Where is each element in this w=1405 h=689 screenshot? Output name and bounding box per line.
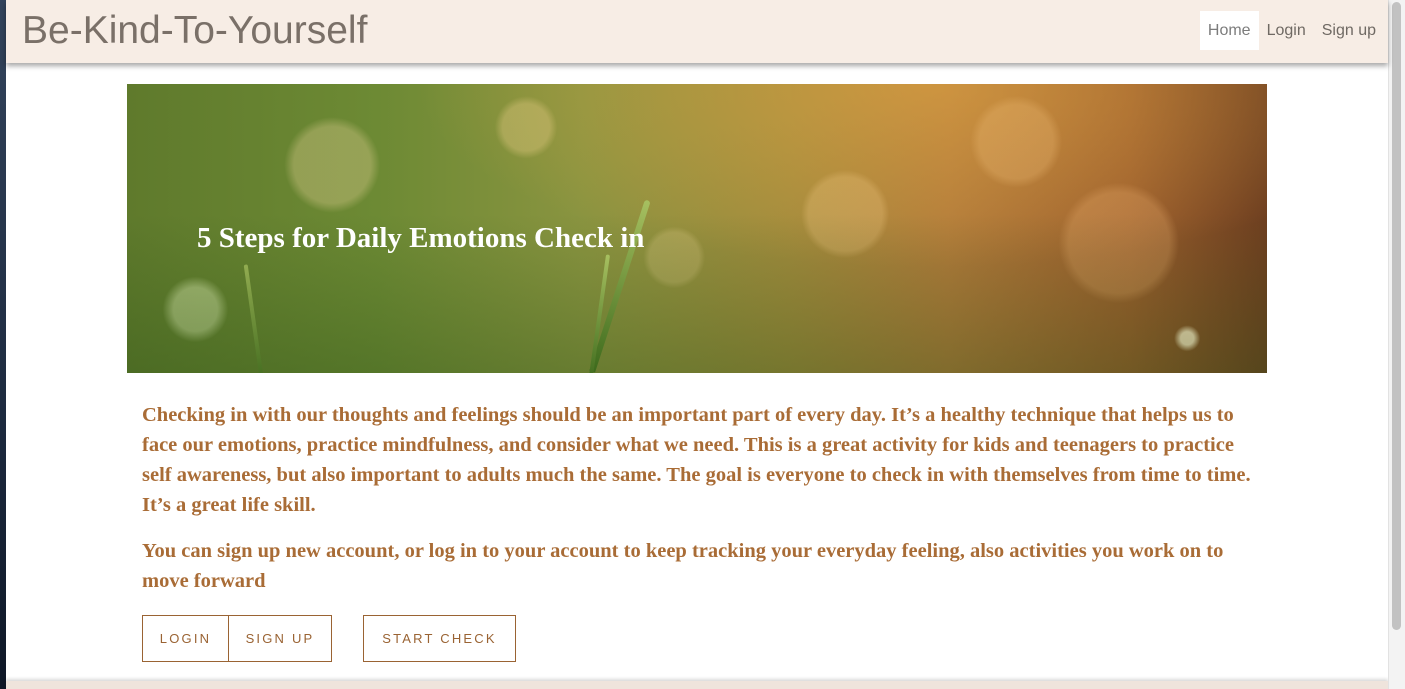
nav-links: Home Login Sign up bbox=[1199, 11, 1384, 50]
top-navbar: Be-Kind-To-Yourself Home Login Sign up bbox=[6, 0, 1388, 63]
nav-link-signup[interactable]: Sign up bbox=[1314, 11, 1384, 50]
hero-banner: 5 Steps for Daily Emotions Check in bbox=[127, 84, 1267, 373]
nav-link-login[interactable]: Login bbox=[1259, 11, 1314, 50]
account-paragraph: You can sign up new account, or log in t… bbox=[142, 540, 1224, 592]
brand-logo-text[interactable]: Be-Kind-To-Yourself bbox=[22, 8, 367, 54]
main-content: Checking in with our thoughts and feelin… bbox=[142, 400, 1252, 612]
intro-paragraph: Checking in with our thoughts and feelin… bbox=[142, 404, 1251, 516]
footer-strip bbox=[6, 681, 1388, 689]
login-button[interactable]: LOGIN bbox=[142, 615, 229, 662]
scrollbar-thumb[interactable] bbox=[1392, 2, 1401, 630]
signup-button[interactable]: SIGN UP bbox=[228, 615, 332, 662]
hero-title: 5 Steps for Daily Emotions Check in bbox=[197, 222, 645, 254]
browser-page: Be-Kind-To-Yourself Home Login Sign up 5… bbox=[6, 0, 1388, 689]
grass-blade-decoration bbox=[243, 264, 265, 373]
action-buttons: LOGIN SIGN UP START CHECK bbox=[142, 615, 516, 662]
nav-link-home[interactable]: Home bbox=[1199, 11, 1259, 50]
start-check-button[interactable]: START CHECK bbox=[363, 615, 516, 662]
